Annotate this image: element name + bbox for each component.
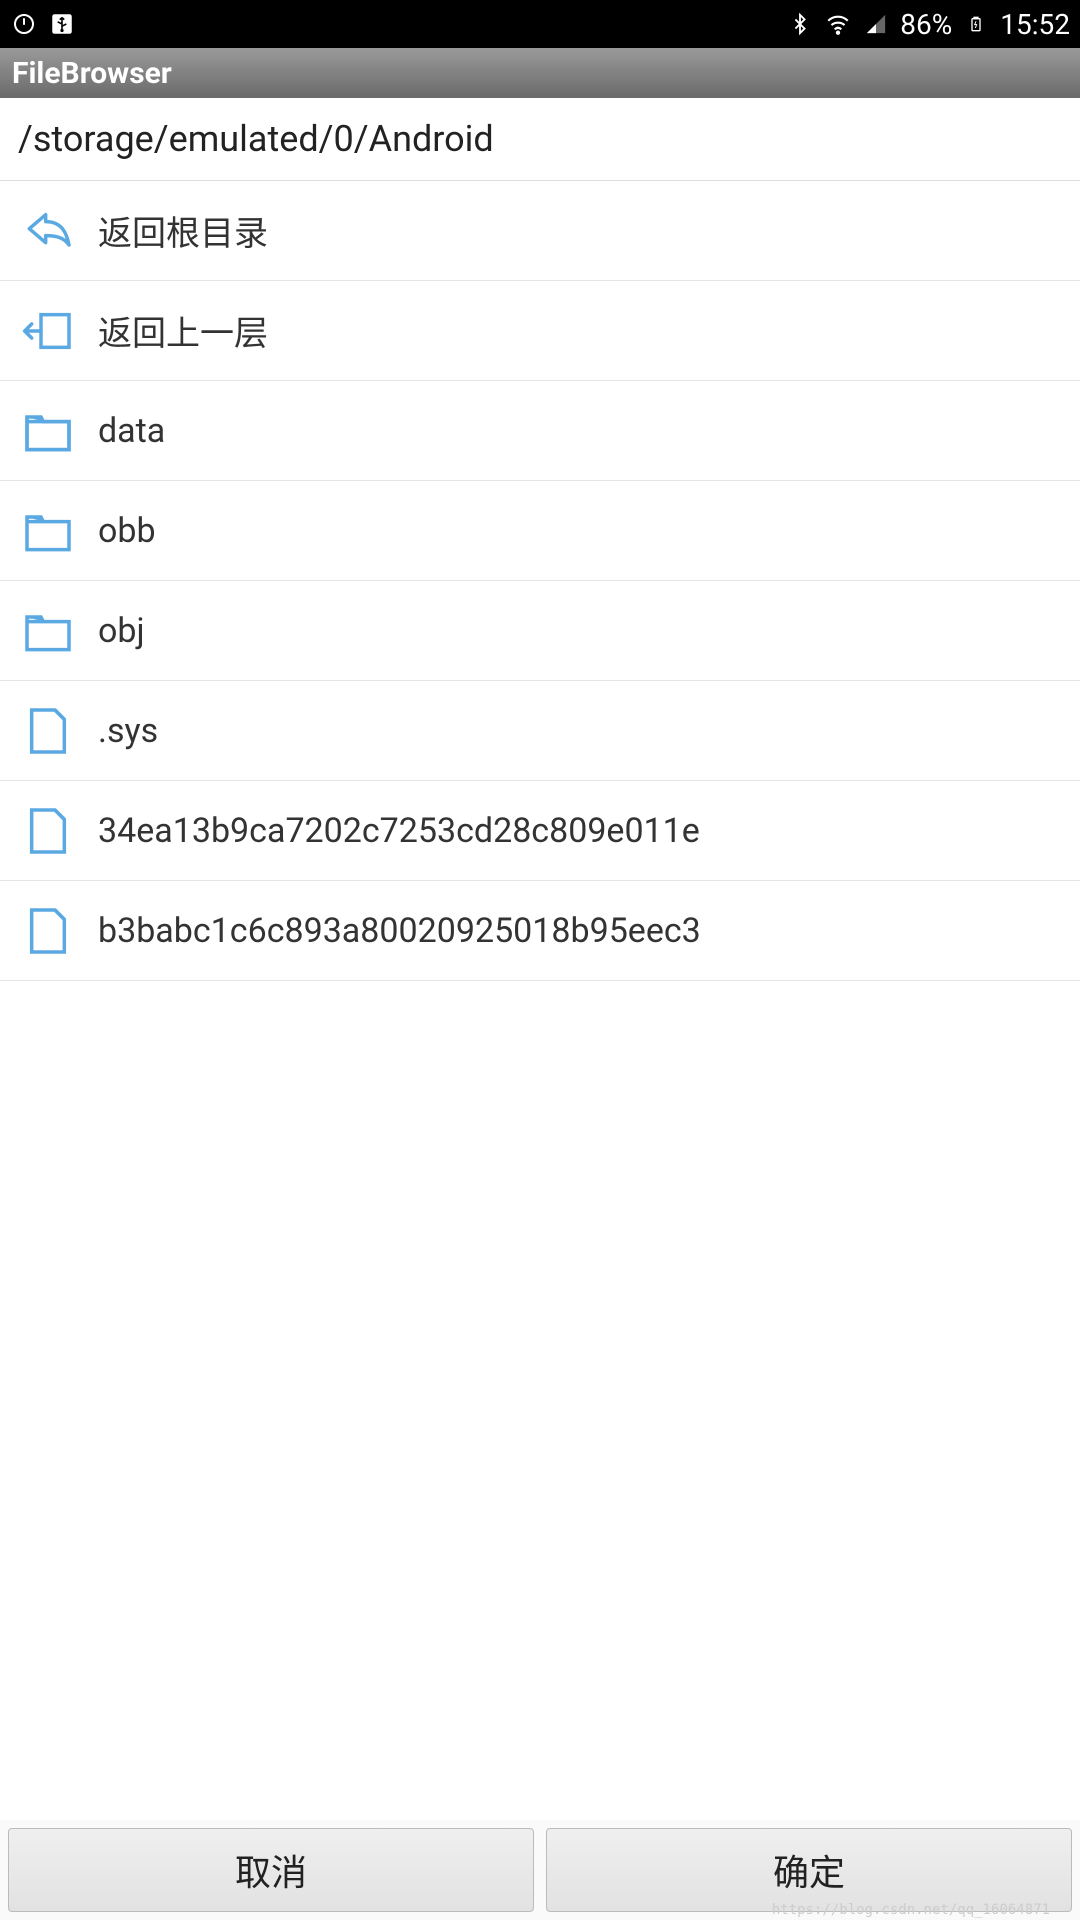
wifi-icon xyxy=(824,10,852,38)
confirm-label: 确定 xyxy=(773,1844,845,1896)
file-icon xyxy=(20,903,76,959)
item-label: data xyxy=(98,411,165,451)
file-list: 返回根目录 返回上一层 data obb xyxy=(0,181,1080,1820)
status-left-icons xyxy=(10,10,76,38)
item-label: 34ea13b9ca7202c7253cd28c809e011e xyxy=(98,811,700,851)
battery-percent: 86% xyxy=(900,8,952,41)
app-title: FileBrowser xyxy=(12,56,172,91)
confirm-button[interactable]: 确定 xyxy=(546,1828,1072,1912)
file-icon xyxy=(20,803,76,859)
app-title-bar: FileBrowser xyxy=(0,48,1080,98)
nav-label: 返回上一层 xyxy=(98,306,268,355)
cancel-button[interactable]: 取消 xyxy=(8,1828,534,1912)
status-bar: 86% 15:52 xyxy=(0,0,1080,48)
cancel-label: 取消 xyxy=(235,1844,307,1896)
usb-icon xyxy=(48,10,76,38)
file-icon xyxy=(20,703,76,759)
folder-item[interactable]: obb xyxy=(0,481,1080,581)
signal-icon xyxy=(862,10,890,38)
item-label: obj xyxy=(98,611,145,651)
folder-icon xyxy=(20,403,76,459)
back-root-icon xyxy=(20,203,76,259)
file-item[interactable]: b3babc1c6c893a80020925018b95eec3 xyxy=(0,881,1080,981)
current-path: /storage/emulated/0/Android xyxy=(18,118,494,160)
item-label: .sys xyxy=(98,711,158,751)
bluetooth-icon xyxy=(786,10,814,38)
nav-back-up[interactable]: 返回上一层 xyxy=(0,281,1080,381)
file-item[interactable]: .sys xyxy=(0,681,1080,781)
time-label: 15:52 xyxy=(1000,8,1070,41)
battery-icon xyxy=(962,10,990,38)
nav-label: 返回根目录 xyxy=(98,206,268,255)
status-right-icons: 86% 15:52 xyxy=(786,8,1070,41)
back-up-icon xyxy=(20,303,76,359)
file-item[interactable]: 34ea13b9ca7202c7253cd28c809e011e xyxy=(0,781,1080,881)
power-icon xyxy=(10,10,38,38)
folder-item[interactable]: data xyxy=(0,381,1080,481)
watermark: https://blog.csdn.net/qq_16064871 xyxy=(772,1902,1050,1918)
path-bar: /storage/emulated/0/Android xyxy=(0,98,1080,181)
nav-back-root[interactable]: 返回根目录 xyxy=(0,181,1080,281)
folder-icon xyxy=(20,503,76,559)
folder-item[interactable]: obj xyxy=(0,581,1080,681)
folder-icon xyxy=(20,603,76,659)
item-label: b3babc1c6c893a80020925018b95eec3 xyxy=(98,911,701,951)
item-label: obb xyxy=(98,511,156,551)
